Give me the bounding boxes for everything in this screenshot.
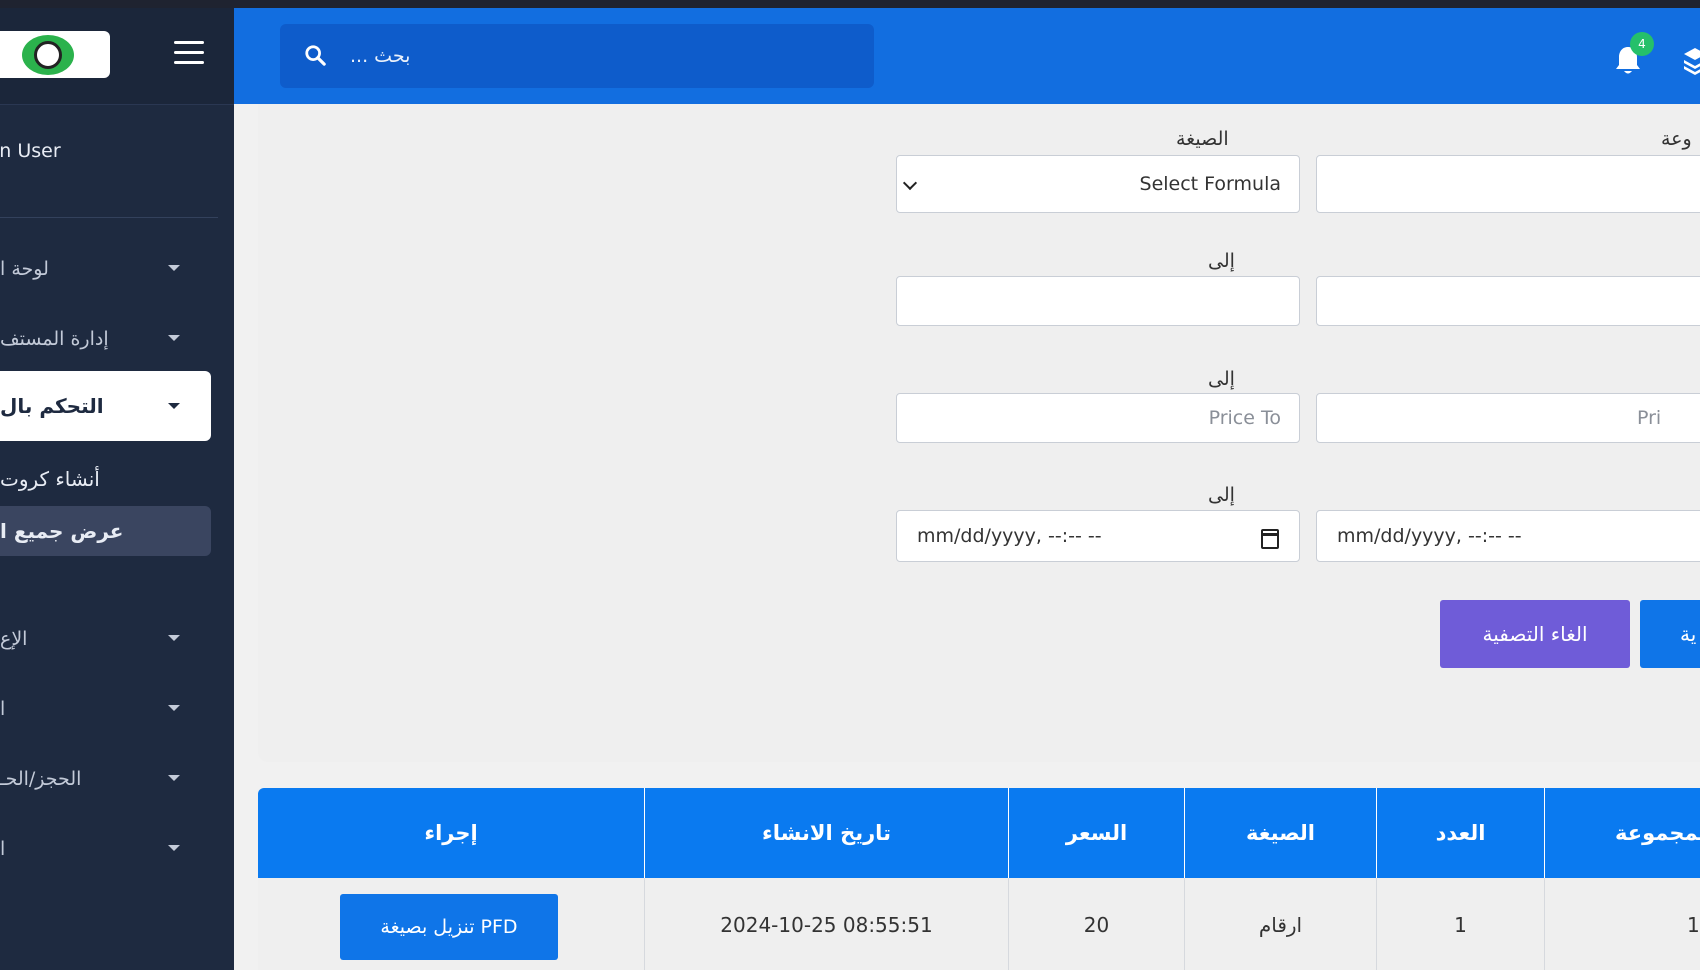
count-to-input[interactable] (896, 276, 1300, 326)
football-icon (22, 35, 74, 75)
calendar-icon[interactable] (1261, 529, 1279, 549)
sidebar-item-label: الحجز/الحـ (0, 768, 82, 790)
sidebar-item-5[interactable]: ا (0, 681, 210, 737)
sidebar-brand (0, 8, 234, 105)
date-to-value: mm/dd/yyyy, --:-- -- (917, 525, 1102, 547)
notification-badge: 4 (1630, 32, 1654, 56)
cell-count: 1 (1376, 878, 1544, 970)
column-header-created: تاريخ الانشاء (644, 788, 1008, 878)
sidebar-divider (0, 217, 218, 218)
sidebar-item-7[interactable]: ا (0, 821, 210, 877)
sidebar-item-label: لوحة ا (0, 258, 49, 280)
sidebar-item-booking[interactable]: الحجز/الحـ (0, 751, 210, 807)
date-from-value: mm/dd/yyyy, --:-- -- (1337, 525, 1522, 547)
sidebar-item-users[interactable]: إدارة المستف (0, 311, 210, 367)
search-box (280, 24, 874, 88)
sidebar-item-label: التحكم بال (0, 394, 104, 418)
caret-down-icon (168, 705, 180, 711)
sidebar-item-label: ا (0, 838, 6, 860)
group-label: وعة (1661, 128, 1692, 150)
sidebar-item-label: الإع (0, 628, 28, 650)
cell-price: 20 (1008, 878, 1184, 970)
top-strip (0, 0, 1700, 8)
top-header: 4 (234, 8, 1700, 104)
sidebar-subitem-create-cards[interactable]: أنشاء كروت (0, 454, 211, 504)
apply-filter-button[interactable]: ية (1640, 600, 1700, 668)
column-header-action: إجراء (424, 821, 478, 845)
sidebar-subitem-view-all[interactable]: عرض جميع ا (0, 506, 211, 556)
download-pdf-button[interactable]: تنزيل بصيغة PFD (340, 894, 558, 960)
date-from-input[interactable]: mm/dd/yyyy, --:-- -- (1316, 510, 1700, 562)
sidebar-item-label: إدارة المستف (0, 328, 109, 350)
formula-label: الصيغة (1176, 128, 1229, 150)
sidebar-item-label: ا (0, 698, 6, 720)
price-to-input[interactable]: Price To (896, 393, 1300, 443)
sidebar-item-settings[interactable]: الإع (0, 611, 210, 667)
filter-panel: الصيغة وعة Select Formula إلى إلى Price … (258, 104, 1700, 762)
cell-created: 2024-10-25 08:55:51 (644, 878, 1008, 970)
formula-select[interactable]: Select Formula (896, 155, 1300, 213)
count-to-label: إلى (1208, 250, 1235, 272)
count-from-input[interactable] (1316, 276, 1700, 326)
sidebar-item-dashboard[interactable]: لوحة ا (0, 241, 210, 297)
cell-action: تنزيل بصيغة PFD (258, 878, 644, 970)
cell-formula: ارقام (1184, 878, 1376, 970)
sidebar: in User لوحة ا إدارة المستف التحكم بال أ… (0, 8, 234, 970)
date-to-label: إلى (1208, 484, 1235, 506)
date-to-input[interactable]: mm/dd/yyyy, --:-- -- (896, 510, 1300, 562)
menu-toggle-icon[interactable] (174, 40, 204, 66)
caret-down-icon (168, 775, 180, 781)
reset-filter-button[interactable]: الغاء التصفية (1440, 600, 1630, 668)
user-name: in User (0, 140, 61, 162)
column-header-price: السعر (1008, 788, 1184, 878)
column-header-group: لمجموعة (1544, 788, 1700, 878)
table-header: إجراء تاريخ الانشاء السعر الصيغة العدد ل… (258, 788, 1700, 878)
column-header-formula: الصيغة (1184, 788, 1376, 878)
search-icon[interactable] (304, 44, 326, 66)
formula-select-value: Select Formula (1139, 173, 1281, 195)
logo[interactable] (0, 31, 110, 78)
caret-down-icon (168, 845, 180, 851)
group-input[interactable] (1316, 155, 1700, 213)
table-row: تنزيل بصيغة PFD 2024-10-25 08:55:51 20 ا… (258, 878, 1700, 970)
caret-down-icon (168, 403, 180, 409)
caret-down-icon (168, 635, 180, 641)
price-to-label: إلى (1208, 368, 1235, 390)
column-header-count: العدد (1376, 788, 1544, 878)
caret-down-icon (168, 265, 180, 271)
layers-icon[interactable] (1684, 46, 1700, 76)
price-from-input[interactable]: Pri (1316, 393, 1700, 443)
sidebar-item-control[interactable]: التحكم بال (0, 371, 211, 441)
search-input[interactable] (350, 34, 850, 78)
chevron-down-icon (902, 175, 918, 191)
caret-down-icon (168, 335, 180, 341)
cell-group: 1 (1544, 878, 1700, 970)
